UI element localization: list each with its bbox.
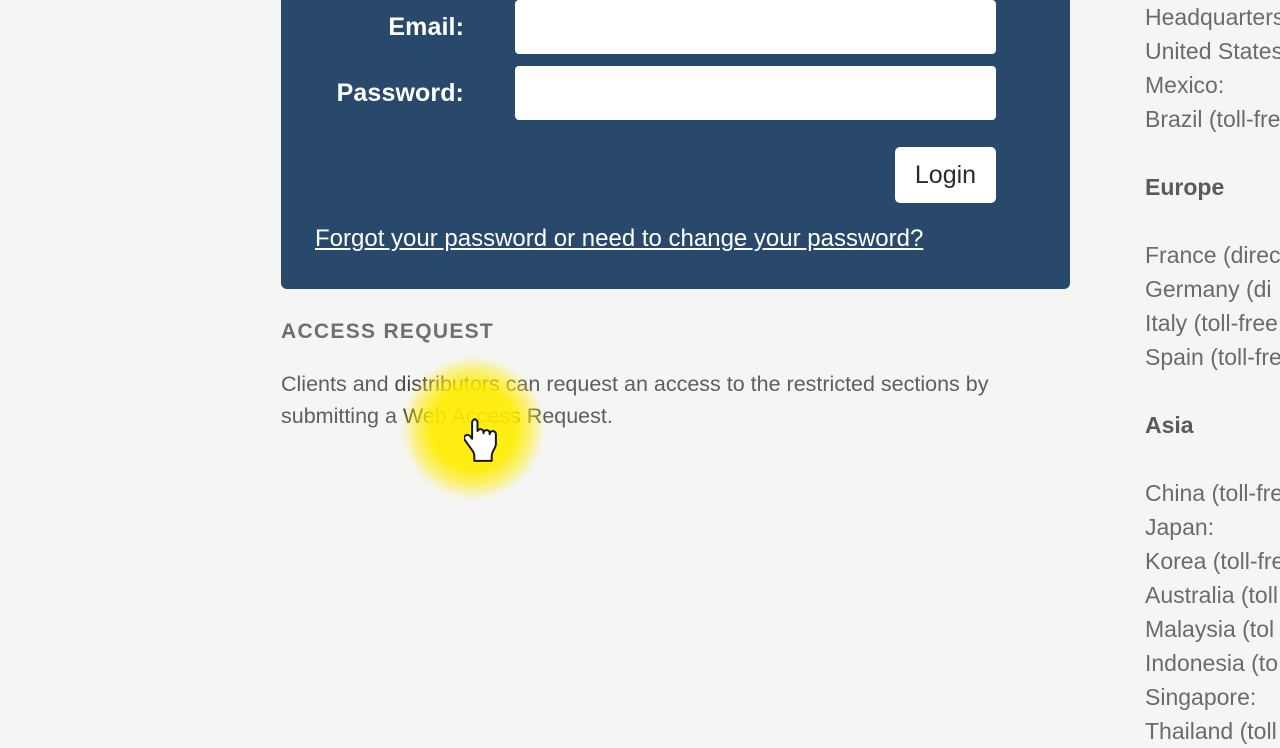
contact-item: Malaysia (tol (1145, 616, 1275, 642)
contact-item: Mexico: (1145, 72, 1225, 98)
email-input[interactable] (515, 0, 996, 54)
contact-item: China (toll-fre (1145, 480, 1280, 506)
login-panel: Email: Password: Login Forgot your passw… (281, 0, 1070, 289)
password-input[interactable] (515, 66, 996, 120)
contact-group-title: Asia (1145, 412, 1194, 438)
login-button[interactable]: Login (895, 147, 996, 203)
contacts-column: Headquarters United States Mexico: Brazi… (1145, 0, 1280, 748)
contact-group-europe: Europe France (direc Germany (di Italy (… (1145, 170, 1280, 374)
web-access-link[interactable]: Web Access (403, 404, 521, 428)
contact-item: Japan: (1145, 514, 1215, 540)
contact-item: Italy (toll-free (1145, 310, 1278, 336)
contact-item: Thailand (toll (1145, 718, 1277, 744)
password-label: Password: (336, 79, 464, 107)
password-form-row: Password: (281, 66, 1070, 120)
forgot-password-link[interactable]: Forgot your password or need to change y… (315, 225, 923, 253)
contact-item: Australia (toll (1145, 582, 1278, 608)
access-request-heading: ACCESS REQUEST (281, 320, 495, 343)
contact-group-title: Europe (1145, 174, 1225, 200)
contact-item: Korea (toll-fre (1145, 548, 1280, 574)
contact-item: Spain (toll-fre (1145, 344, 1280, 370)
contact-item: Germany (di (1145, 276, 1272, 302)
access-request-body: Clients and distributors can request an … (281, 368, 1056, 432)
email-form-row: Email: (281, 0, 1070, 54)
contact-item: France (direc (1145, 242, 1280, 268)
distributors-link[interactable]: distributors (395, 372, 500, 396)
email-label: Email: (388, 13, 464, 41)
contact-item: Indonesia (to (1145, 650, 1278, 676)
contact-item: Singapore: (1145, 684, 1257, 710)
contact-group-americas: Headquarters United States Mexico: Brazi… (1145, 0, 1280, 136)
access-request-text-3: Request. (520, 404, 613, 428)
access-request-section: ACCESS REQUEST Clients and distributors … (281, 320, 1071, 432)
contact-item: United States (1145, 38, 1280, 64)
access-request-text-1: Clients and (281, 372, 395, 396)
contact-item: Brazil (toll-fre (1145, 106, 1280, 132)
contact-group-asia: Asia China (toll-fre Japan: Korea (toll-… (1145, 408, 1280, 748)
contact-item: Headquarters (1145, 4, 1280, 30)
